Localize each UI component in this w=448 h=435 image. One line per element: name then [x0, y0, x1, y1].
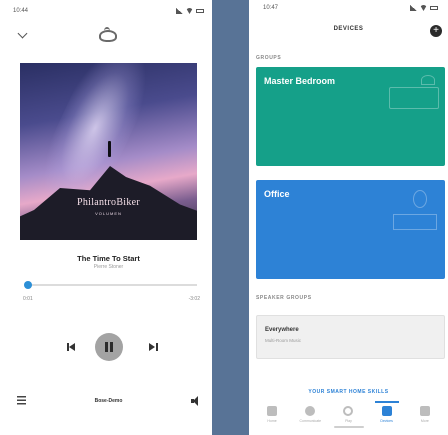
nav-more[interactable]: More — [408, 401, 442, 435]
album-art: PhilantroBiker VOLUMEN — [20, 63, 197, 240]
signal-icon — [410, 5, 417, 11]
status-bar: 10:47 — [249, 0, 448, 16]
music-player-screen: 10:44 PhilantroBiker VOLUMEN The Time To… — [5, 0, 212, 435]
status-bar: 10:44 — [5, 0, 212, 22]
status-icons — [176, 8, 204, 14]
player-top-bar — [5, 22, 212, 50]
gesture-home-bar[interactable] — [334, 426, 364, 428]
nav-label: Devices — [380, 419, 393, 423]
bed-icon — [389, 87, 439, 109]
add-device-button[interactable]: + — [430, 25, 442, 37]
nav-communicate[interactable]: Communicate — [293, 401, 327, 435]
plus-icon: + — [433, 25, 439, 36]
pause-icon — [105, 342, 108, 352]
battery-icon — [196, 9, 204, 13]
screen-divider — [212, 0, 249, 435]
group-card-label: Master Bedroom — [264, 76, 336, 86]
lamp-icon — [421, 75, 435, 85]
collapse-chevron-icon[interactable] — [17, 28, 28, 39]
speaker-groups-section-label: SPEAKER GROUPS — [256, 295, 312, 301]
wifi-icon — [420, 5, 427, 11]
pause-icon — [110, 342, 113, 352]
smart-home-skills-link[interactable]: YOUR SMART HOME SKILLS — [249, 389, 448, 395]
status-time: 10:47 — [263, 5, 279, 11]
alexa-icon[interactable] — [99, 27, 117, 42]
song-title: The Time To Start — [77, 254, 140, 263]
progress-bar[interactable] — [24, 281, 197, 289]
page-title: DEVICES — [333, 26, 364, 32]
album-art-title: PhilantroBiker — [76, 197, 141, 208]
devices-header: DEVICES + — [249, 16, 448, 40]
nav-label: Home — [267, 419, 277, 423]
progress-knob[interactable] — [24, 281, 33, 289]
groups-section-label: GROUPS — [256, 55, 282, 61]
group-card-office[interactable]: Office — [256, 180, 445, 279]
signal-icon — [176, 8, 183, 14]
previous-track-icon[interactable] — [67, 343, 76, 351]
playback-controls — [5, 332, 212, 362]
nav-label: More — [420, 419, 429, 423]
pause-button[interactable] — [95, 333, 123, 361]
wifi-icon — [186, 8, 193, 14]
nav-play[interactable]: Play — [331, 401, 365, 435]
next-track-icon[interactable] — [149, 343, 158, 351]
speaker-group-card[interactable]: Everywhere Multi-Room Music — [256, 315, 445, 359]
time-elapsed: 0:01 — [23, 296, 33, 302]
desk-icon — [393, 214, 437, 230]
song-artist: Pierre Stoner — [93, 264, 124, 270]
album-art-subtitle: VOLUMEN — [95, 211, 122, 216]
home-icon — [267, 406, 278, 416]
status-icons — [410, 5, 438, 11]
group-card-label: Office — [264, 189, 290, 199]
nav-label: Play — [345, 419, 352, 423]
battery-icon — [430, 6, 438, 10]
speaker-group-name: Everywhere — [265, 327, 299, 333]
menu-icon — [419, 406, 430, 416]
nav-devices[interactable]: Devices — [370, 401, 404, 435]
nav-label: Communicate — [299, 419, 322, 423]
nav-home[interactable]: Home — [255, 401, 289, 435]
status-time: 10:44 — [13, 8, 29, 14]
devices-icon — [381, 406, 392, 416]
play-icon — [343, 406, 354, 416]
person-silhouette — [108, 141, 111, 157]
plant-icon — [413, 190, 427, 208]
time-remaining: -3:02 — [188, 296, 200, 302]
chat-bubble-icon — [305, 406, 316, 416]
devices-screen: 10:47 DEVICES + GROUPS Master Bedroom Of… — [249, 0, 448, 435]
speaker-group-sub: Multi-Room Music — [265, 338, 302, 343]
bottom-nav: Home Communicate Play Devices More — [249, 401, 448, 435]
volume-icon[interactable] — [191, 396, 201, 406]
group-card-master-bedroom[interactable]: Master Bedroom — [256, 67, 445, 166]
player-bottom-bar: Bose-Demo — [5, 390, 212, 412]
output-device-label[interactable]: Bose-Demo — [5, 398, 212, 404]
